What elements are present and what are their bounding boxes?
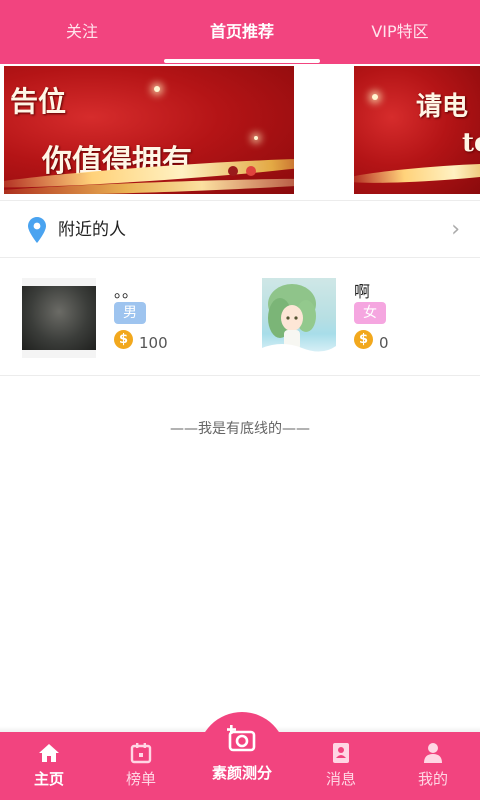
tab-follow[interactable]: 关注 — [0, 0, 164, 64]
nearby-people-label: 附近的人 — [58, 220, 126, 240]
user-list: 。。 男 $ 100 啊 女 $ 0 — [0, 260, 480, 376]
active-tab-indicator — [164, 59, 320, 63]
user-card[interactable]: 啊 女 $ 0 — [240, 260, 480, 376]
carousel-dot-1[interactable] — [228, 166, 238, 176]
coin-icon: $ — [114, 330, 133, 349]
banner-slide-2-title: 请电 — [416, 92, 469, 122]
gender-badge-male: 男 — [114, 302, 146, 324]
nav-home[interactable]: 主页 — [14, 736, 84, 798]
banner-gold-ribbon-3 — [354, 159, 480, 187]
contact-card-icon — [333, 743, 349, 763]
nav-messages[interactable]: 消息 — [306, 736, 376, 798]
nearby-people-row[interactable]: 附近的人 › — [0, 200, 480, 258]
nav-home-label: 主页 — [33, 770, 64, 788]
banner-carousel[interactable]: 告位 你值得拥有 请电 te — [0, 64, 480, 198]
nav-face-score-label: 素颜测分 — [211, 764, 272, 782]
chevron-right-icon: › — [451, 217, 460, 242]
banner-slide-2[interactable]: 请电 te — [354, 66, 480, 194]
tab-vip-zone[interactable]: VIP特区 — [320, 0, 480, 64]
top-tab-bar: 关注 首页推荐 VIP特区 — [0, 0, 480, 64]
gender-badge-female: 女 — [354, 302, 386, 324]
end-of-list-text: ——我是有底线的—— — [170, 421, 310, 437]
user-card[interactable]: 。。 男 $ 100 — [0, 260, 240, 376]
camera-plus-icon — [227, 725, 256, 752]
banner-slide-2-subtitle: te — [462, 128, 480, 158]
nav-face-score[interactable]: 素颜测分 — [196, 718, 288, 798]
calendar-icon — [130, 743, 152, 764]
coin-count: 0 — [379, 334, 389, 352]
nav-ranking[interactable]: 榜单 — [106, 736, 176, 798]
user-name: 。。 — [114, 282, 139, 301]
anime-girl-avatar-image — [262, 284, 336, 358]
user-name: 啊 — [354, 282, 371, 301]
nav-messages-label: 消息 — [325, 770, 356, 788]
coin-count: 100 — [139, 334, 168, 352]
tab-recommended[interactable]: 首页推荐 — [164, 0, 320, 64]
home-icon — [39, 744, 59, 762]
avatar[interactable] — [22, 278, 96, 358]
avatar[interactable] — [262, 278, 336, 358]
banner-slide-1-title: 告位 — [10, 85, 67, 118]
nav-ranking-label: 榜单 — [125, 770, 156, 788]
person-icon — [424, 743, 442, 763]
location-pin-icon — [28, 217, 46, 243]
coin-icon: $ — [354, 330, 373, 349]
nav-mine-label: 我的 — [417, 770, 448, 788]
carousel-dot-2[interactable] — [246, 166, 256, 176]
nav-mine[interactable]: 我的 — [398, 736, 468, 798]
